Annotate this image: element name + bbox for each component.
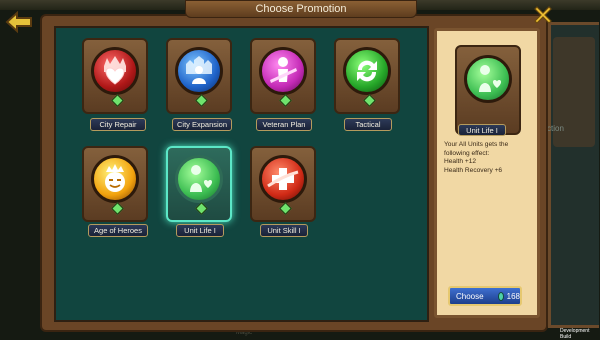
gem-icon <box>279 202 292 215</box>
promotion-label: City Expansion <box>172 118 232 131</box>
promotion-label: Veteran Plan <box>256 118 312 131</box>
promotion-label: Unit Life I <box>176 224 224 237</box>
close-icon <box>534 6 552 24</box>
gem-icon <box>111 94 124 107</box>
crowned-face-icon <box>91 155 139 203</box>
cost-value: 168 <box>506 291 520 301</box>
arrow-left-icon <box>5 11 32 33</box>
promotion-card-veteran-plan[interactable] <box>250 38 316 114</box>
background-panel <box>548 22 599 328</box>
promotion-label: City Repair <box>90 118 146 131</box>
detail-card <box>455 45 521 135</box>
background-partial-text: ction <box>547 124 564 133</box>
dialog-title: Choose Promotion <box>185 0 417 18</box>
gem-icon <box>195 94 208 107</box>
close-button[interactable] <box>533 5 553 25</box>
detail-label: Unit Life I <box>458 124 506 136</box>
promotion-label: Tactical <box>344 118 392 131</box>
person-sword-icon <box>259 47 307 95</box>
person-castle-icon <box>175 47 223 95</box>
back-button[interactable] <box>4 10 34 34</box>
gem-icon <box>363 94 376 107</box>
cross-swirl-icon <box>259 155 307 203</box>
dev-build-label: Development Build <box>560 328 590 340</box>
promotion-card-city-repair[interactable] <box>82 38 148 114</box>
description-line: Health Recovery +6 <box>444 166 503 174</box>
person-heart-icon <box>175 155 223 203</box>
detail-description: Your All Units gets the following effect… <box>444 141 536 175</box>
choose-label: Choose <box>456 291 484 301</box>
heart-flame-icon <box>91 47 139 95</box>
description-line: Your All Units gets the <box>444 141 509 148</box>
promotion-label: Age of Heroes <box>88 224 148 237</box>
coin-icon <box>497 291 504 301</box>
promotion-card-unit-life-i[interactable] <box>166 146 232 222</box>
promotion-card-city-expansion[interactable] <box>166 38 232 114</box>
cycle-arrows-icon <box>343 47 391 95</box>
promotion-label: Unit Skill I <box>260 224 308 237</box>
promotion-card-unit-skill-i[interactable] <box>250 146 316 222</box>
gem-icon <box>111 202 124 215</box>
promotion-card-age-of-heroes[interactable] <box>82 146 148 222</box>
gem-icon <box>279 94 292 107</box>
gem-icon <box>195 202 208 215</box>
person-heart-icon <box>464 55 512 103</box>
promotion-card-tactical[interactable] <box>334 38 400 114</box>
description-line: following effect: <box>444 149 490 157</box>
choose-button[interactable]: Choose 168 <box>448 286 522 306</box>
description-line: Health +12 <box>444 158 477 165</box>
